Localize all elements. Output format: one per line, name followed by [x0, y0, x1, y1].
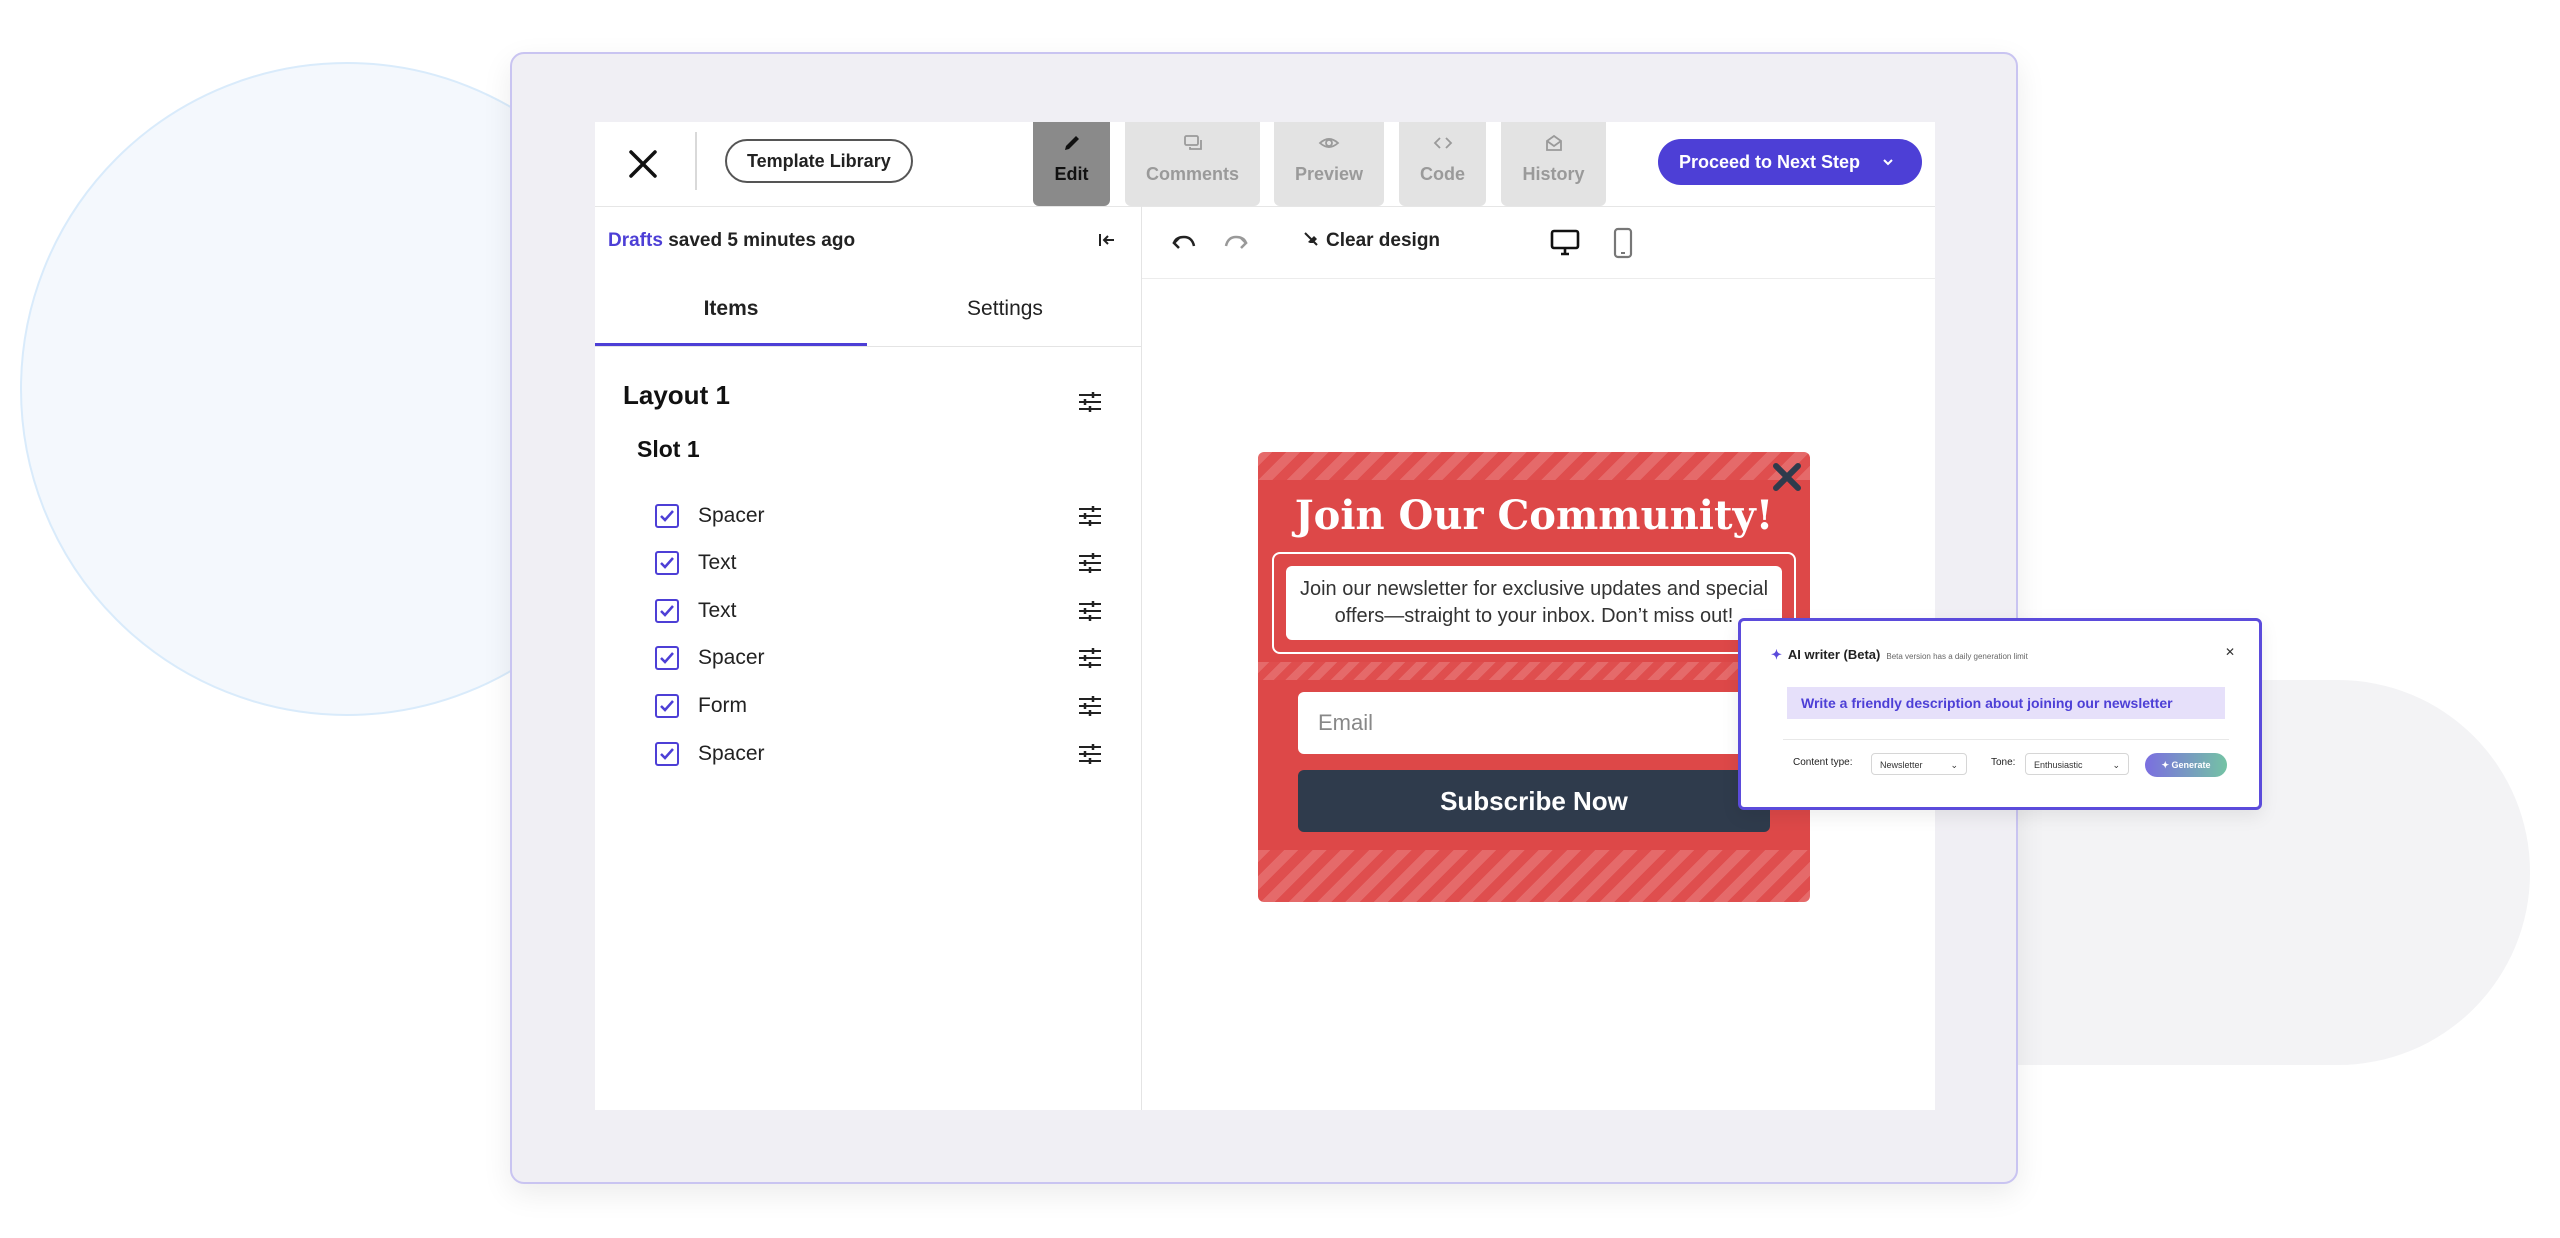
slot-title: Slot 1 — [637, 436, 700, 462]
tab-label: Edit — [1054, 164, 1089, 184]
clear-design-label: Clear design — [1326, 230, 1441, 251]
check-icon — [660, 700, 674, 712]
item-label: Spacer — [698, 742, 765, 765]
tab-settings[interactable]: Settings — [869, 278, 1141, 346]
tab-items[interactable]: Items — [595, 278, 867, 346]
settings-sliders-icon[interactable] — [1077, 693, 1103, 719]
list-item: Spacer — [655, 498, 1115, 534]
tab-label: Code — [1420, 164, 1465, 184]
settings-sliders-icon[interactable] — [1077, 550, 1103, 576]
popup-description-frame: Join our newsletter for exclusive update… — [1272, 552, 1796, 654]
popup-description: Join our newsletter for exclusive update… — [1286, 566, 1782, 640]
settings-sliders-icon[interactable] — [1077, 503, 1103, 529]
tone-label: Tone: — [1991, 757, 2016, 768]
check-icon — [660, 748, 674, 760]
tone-select[interactable]: Enthusiastic ⌄ — [2025, 753, 2129, 775]
item-label: Form — [698, 694, 747, 717]
close-icon[interactable] — [625, 146, 661, 182]
item-label: Spacer — [698, 504, 765, 527]
proceed-label: Proceed to Next Step — [1679, 152, 1861, 172]
list-item: Form — [655, 688, 1115, 724]
item-checkbox[interactable] — [655, 694, 679, 718]
code-icon — [1433, 137, 1452, 149]
desktop-icon[interactable] — [1549, 228, 1581, 258]
tab-label: History — [1522, 164, 1585, 184]
template-library-button[interactable]: Template Library — [725, 139, 913, 183]
settings-sliders-icon[interactable] — [1077, 741, 1103, 767]
check-icon — [660, 510, 674, 522]
newsletter-popup[interactable]: Join Our Community! Join our newsletter … — [1258, 452, 1810, 902]
clear-design-button[interactable]: Clear design — [1302, 230, 1440, 252]
left-panel: Drafts saved 5 minutes ago Items Setting… — [595, 206, 1142, 1110]
sparkle-icon: ✦ — [1771, 647, 1782, 662]
settings-sliders-icon[interactable] — [1077, 389, 1103, 415]
ai-prompt-input[interactable]: Write a friendly description about joini… — [1787, 687, 2225, 719]
close-icon[interactable] — [1770, 460, 1804, 494]
ai-writer-title: AI writer (Beta) — [1787, 647, 1881, 662]
proceed-button[interactable]: Proceed to Next Step — [1658, 139, 1922, 185]
settings-sliders-icon[interactable] — [1077, 645, 1103, 671]
divider — [1783, 739, 2229, 740]
top-bar: Template Library Edit Comments Preview C… — [595, 122, 1935, 207]
item-label: Text — [698, 551, 737, 574]
content-type-select[interactable]: Newsletter ⌄ — [1871, 753, 1967, 775]
content-type-value: Newsletter — [1880, 760, 1923, 770]
close-icon[interactable]: ✕ — [2225, 645, 2235, 659]
item-checkbox[interactable] — [655, 504, 679, 528]
layout-title: Layout 1 — [623, 380, 730, 410]
check-icon — [660, 605, 674, 617]
history-icon — [1545, 134, 1562, 151]
eye-icon — [1318, 138, 1340, 148]
list-item: Spacer — [655, 640, 1115, 676]
settings-sliders-icon[interactable] — [1077, 598, 1103, 624]
tone-value: Enthusiastic — [2034, 760, 2083, 770]
item-label: Text — [698, 599, 737, 622]
item-checkbox[interactable] — [655, 742, 679, 766]
collapse-panel-icon[interactable] — [1097, 230, 1117, 250]
list-item: Text — [655, 593, 1115, 629]
tab-label: Preview — [1294, 164, 1364, 184]
ai-writer-panel: ✦ AI writer (Beta) Beta version has a dail… — [1738, 618, 2262, 810]
draft-status: Drafts saved 5 minutes ago — [608, 230, 855, 252]
item-checkbox[interactable] — [655, 646, 679, 670]
drafts-link[interactable]: Drafts — [608, 230, 663, 251]
ai-writer-note: Beta version has a daily generation limi… — [1886, 652, 2028, 661]
undo-icon[interactable] — [1170, 230, 1198, 256]
tab-code[interactable]: Code — [1399, 122, 1486, 206]
chevron-down-icon[interactable] — [1882, 156, 1894, 168]
generate-label: Generate — [2171, 760, 2211, 770]
redo-icon[interactable] — [1222, 230, 1250, 256]
ai-writer-header: ✦ AI writer (Beta) Beta version has a dail… — [1771, 647, 2028, 663]
item-checkbox[interactable] — [655, 599, 679, 623]
tab-comments[interactable]: Comments — [1125, 122, 1260, 206]
tab-history[interactable]: History — [1501, 122, 1606, 206]
sparkle-icon: ✦ — [2161, 760, 2172, 770]
item-label: Spacer — [698, 646, 765, 669]
chevron-down-icon: ⌄ — [1950, 760, 1958, 770]
pencil-icon — [1064, 136, 1079, 150]
list-item: Spacer — [655, 736, 1115, 772]
popup-title: Join Our Community! — [1294, 492, 1774, 539]
item-checkbox[interactable] — [655, 551, 679, 575]
tab-preview[interactable]: Preview — [1274, 122, 1384, 206]
comments-icon — [1183, 135, 1202, 150]
subscribe-button[interactable]: Subscribe Now — [1298, 770, 1770, 832]
chevron-down-icon: ⌄ — [2112, 760, 2120, 770]
content-type-label: Content type: — [1793, 757, 1853, 768]
check-icon — [660, 652, 674, 664]
canvas-toolbar: Clear design — [1142, 206, 1935, 279]
generate-button[interactable]: ✦ Generate — [2145, 753, 2227, 777]
email-input[interactable]: Email — [1298, 692, 1770, 754]
divider — [695, 132, 697, 190]
popup-divider — [1258, 662, 1810, 680]
eraser-icon — [1304, 232, 1318, 246]
tab-label: Comments — [1145, 164, 1239, 184]
mobile-icon[interactable] — [1612, 227, 1634, 259]
panel-tabs: Items Settings — [595, 278, 1141, 347]
check-icon — [660, 557, 674, 569]
tab-edit[interactable]: Edit — [1033, 122, 1110, 206]
list-item: Text — [655, 545, 1115, 581]
draft-saved-text: saved 5 minutes ago — [668, 230, 856, 251]
